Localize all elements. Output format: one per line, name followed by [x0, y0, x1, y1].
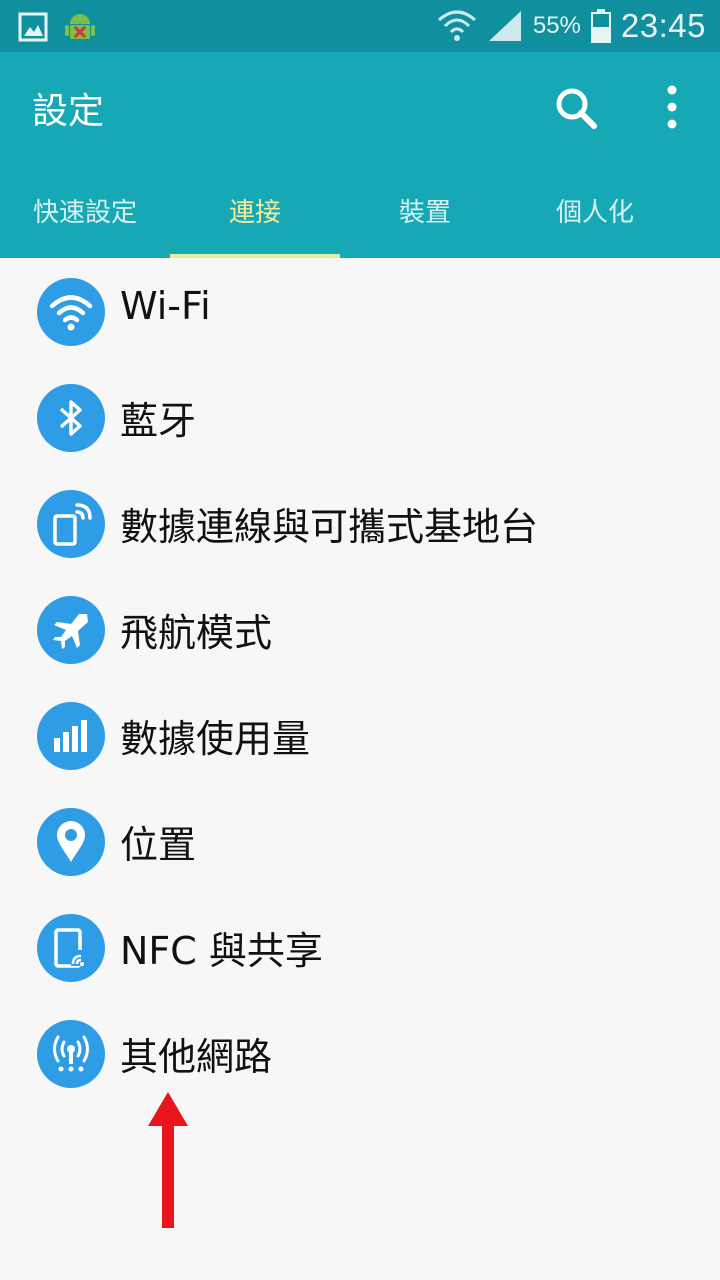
- nfc-icon-circle: [37, 914, 105, 982]
- settings-item-label: 位置: [120, 823, 197, 867]
- wifi-icon-circle: [37, 278, 105, 346]
- settings-item-label: NFC 與共享: [120, 929, 323, 973]
- settings-item-label: 飛航模式: [120, 611, 273, 655]
- app-bar: 設定: [0, 52, 720, 162]
- search-icon[interactable]: [552, 84, 600, 132]
- settings-item-tethering[interactable]: 數據連線與可攜式基地台: [0, 472, 720, 578]
- status-bar: 55% 23:45: [0, 0, 720, 52]
- battery-percent: 55%: [532, 12, 581, 39]
- tab-label: 個人化: [555, 197, 634, 228]
- settings-item-label: 藍牙: [120, 399, 197, 443]
- tab-label: 連接: [228, 197, 281, 228]
- settings-item-airplane-mode[interactable]: 飛航模式: [0, 578, 720, 684]
- tab-connections[interactable]: 連接: [170, 162, 340, 258]
- nfc-icon: [54, 928, 87, 968]
- tab-label: 裝置: [398, 197, 451, 228]
- annotation-arrow: [148, 1092, 188, 1228]
- location-icon: [57, 821, 85, 862]
- data-usage-icon-circle: [37, 702, 105, 770]
- bluetooth-icon-circle: [37, 384, 105, 452]
- settings-item-nfc-sharing[interactable]: NFC 與共享: [0, 896, 720, 1002]
- location-icon-circle: [37, 808, 105, 876]
- settings-item-label: 其他網路: [120, 1035, 273, 1079]
- wifi-icon: [49, 295, 93, 331]
- settings-item-more-networks[interactable]: 其他網路: [0, 1002, 720, 1108]
- tab-personalization[interactable]: 個人化: [510, 162, 680, 258]
- gallery-icon: [18, 12, 48, 42]
- antenna-icon: [53, 1035, 89, 1072]
- page-title: 設定: [32, 91, 105, 132]
- airplane-icon-circle: [37, 596, 105, 664]
- active-tab-indicator: [170, 254, 340, 258]
- more-vert-icon[interactable]: [652, 82, 692, 132]
- signal-icon: [488, 11, 521, 41]
- hotspot-icon-circle: [37, 490, 105, 558]
- antenna-icon-circle: [37, 1020, 105, 1088]
- battery-icon: [590, 9, 611, 43]
- hotspot-icon: [53, 503, 92, 546]
- tab-label: 快速設定: [32, 197, 137, 228]
- settings-item-label: 數據使用量: [120, 717, 311, 761]
- tab-bar: 快速設定 連接 裝置 個人化: [0, 162, 720, 258]
- settings-item-label: 數據連線與可攜式基地台: [120, 505, 539, 549]
- wifi-icon: [437, 10, 476, 41]
- settings-item-label: Wi-Fi: [120, 284, 211, 328]
- settings-item-data-usage[interactable]: 數據使用量: [0, 684, 720, 790]
- data-usage-icon: [54, 720, 87, 752]
- settings-item-wifi[interactable]: Wi-Fi: [0, 260, 720, 366]
- airplane-icon: [53, 614, 88, 649]
- bluetooth-icon: [59, 400, 82, 436]
- settings-item-location[interactable]: 位置: [0, 790, 720, 896]
- clock: 23:45: [620, 7, 706, 44]
- tab-quick-settings[interactable]: 快速設定: [0, 162, 170, 258]
- android-debug-icon: [65, 14, 95, 39]
- tab-device[interactable]: 裝置: [340, 162, 510, 258]
- settings-item-bluetooth[interactable]: 藍牙: [0, 366, 720, 472]
